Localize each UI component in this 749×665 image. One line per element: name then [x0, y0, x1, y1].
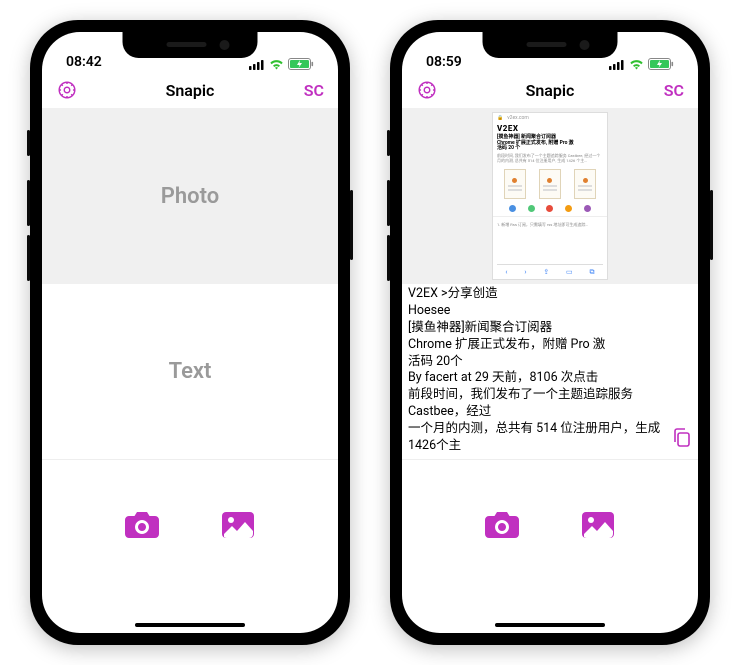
- home-indicator[interactable]: [495, 623, 605, 627]
- thumb-icons: [497, 205, 603, 212]
- copy-button[interactable]: [672, 427, 692, 453]
- nav-right-button[interactable]: SC: [296, 81, 324, 100]
- mute-switch: [387, 130, 390, 156]
- power-button: [350, 190, 353, 260]
- phone-frame-right: 08:59 Snapic SC: [390, 20, 710, 645]
- nav-right-button[interactable]: SC: [656, 81, 684, 100]
- status-time: 08:59: [426, 54, 462, 70]
- camera-button[interactable]: [484, 510, 520, 544]
- battery-icon: [288, 58, 314, 70]
- photo-placeholder: Photo: [161, 184, 219, 209]
- volume-up: [27, 180, 30, 226]
- mute-switch: [27, 130, 30, 156]
- nav-bar: Snapic SC: [42, 72, 338, 108]
- phone-frame-left: 08:42 Snapic SC: [30, 20, 350, 645]
- notch: [123, 32, 258, 58]
- thumb-title: [摸鱼神器] 新闻聚合订阅器 Chrome 扩展正式发布, 附赠 Pro 激 活…: [497, 135, 603, 152]
- thumb-cards: [497, 169, 603, 199]
- wifi-icon: [629, 59, 644, 70]
- nav-bar: Snapic SC: [402, 72, 698, 108]
- notch: [483, 32, 618, 58]
- home-indicator[interactable]: [135, 623, 245, 627]
- battery-icon: [648, 58, 674, 70]
- volume-up: [387, 180, 390, 226]
- text-section[interactable]: Text: [42, 284, 338, 460]
- settings-button[interactable]: [416, 79, 444, 101]
- power-button: [710, 190, 713, 260]
- thumb-url: v2ex.com: [507, 116, 529, 122]
- nav-title: Snapic: [166, 81, 215, 100]
- volume-down: [387, 235, 390, 281]
- gallery-button[interactable]: [220, 510, 256, 544]
- bottom-toolbar: [42, 460, 338, 633]
- gallery-button[interactable]: [580, 510, 616, 544]
- wifi-icon: [269, 59, 284, 70]
- ocr-text: V2EX >分享创造 Hoesee [摸鱼神器]新闻聚合订阅器 Chrome 扩…: [408, 286, 692, 455]
- nav-title: Snapic: [526, 81, 575, 100]
- thumb-body: 前段时间, 我们发布了一个主题追踪服务 Castbee, 经过一个月的内测, 总…: [497, 154, 603, 163]
- cellular-signal-icon: [609, 59, 625, 70]
- thumb-list: 1. 新增 Rss 订阅，只需填写 rss 地址即可生成追踪…: [497, 223, 603, 228]
- photo-section[interactable]: Photo: [42, 108, 338, 284]
- text-section[interactable]: V2EX >分享创造 Hoesee [摸鱼神器]新闻聚合订阅器 Chrome 扩…: [402, 284, 698, 460]
- volume-down: [27, 235, 30, 281]
- bottom-toolbar: [402, 460, 698, 633]
- photo-thumbnail: 🔒 v2ex.com V2EX [摸鱼神器] 新闻聚合订阅器 Chrome 扩展…: [492, 112, 608, 280]
- settings-button[interactable]: [56, 79, 84, 101]
- thumb-lock-icon: 🔒: [497, 116, 503, 122]
- camera-button[interactable]: [124, 510, 160, 544]
- status-time: 08:42: [66, 54, 102, 70]
- cellular-signal-icon: [249, 59, 265, 70]
- thumb-browser-bar: ‹›⇪▭⧉: [497, 264, 603, 276]
- thumb-logo: V2EX: [497, 124, 603, 133]
- text-placeholder: Text: [169, 359, 212, 384]
- photo-section[interactable]: 🔒 v2ex.com V2EX [摸鱼神器] 新闻聚合订阅器 Chrome 扩展…: [402, 108, 698, 284]
